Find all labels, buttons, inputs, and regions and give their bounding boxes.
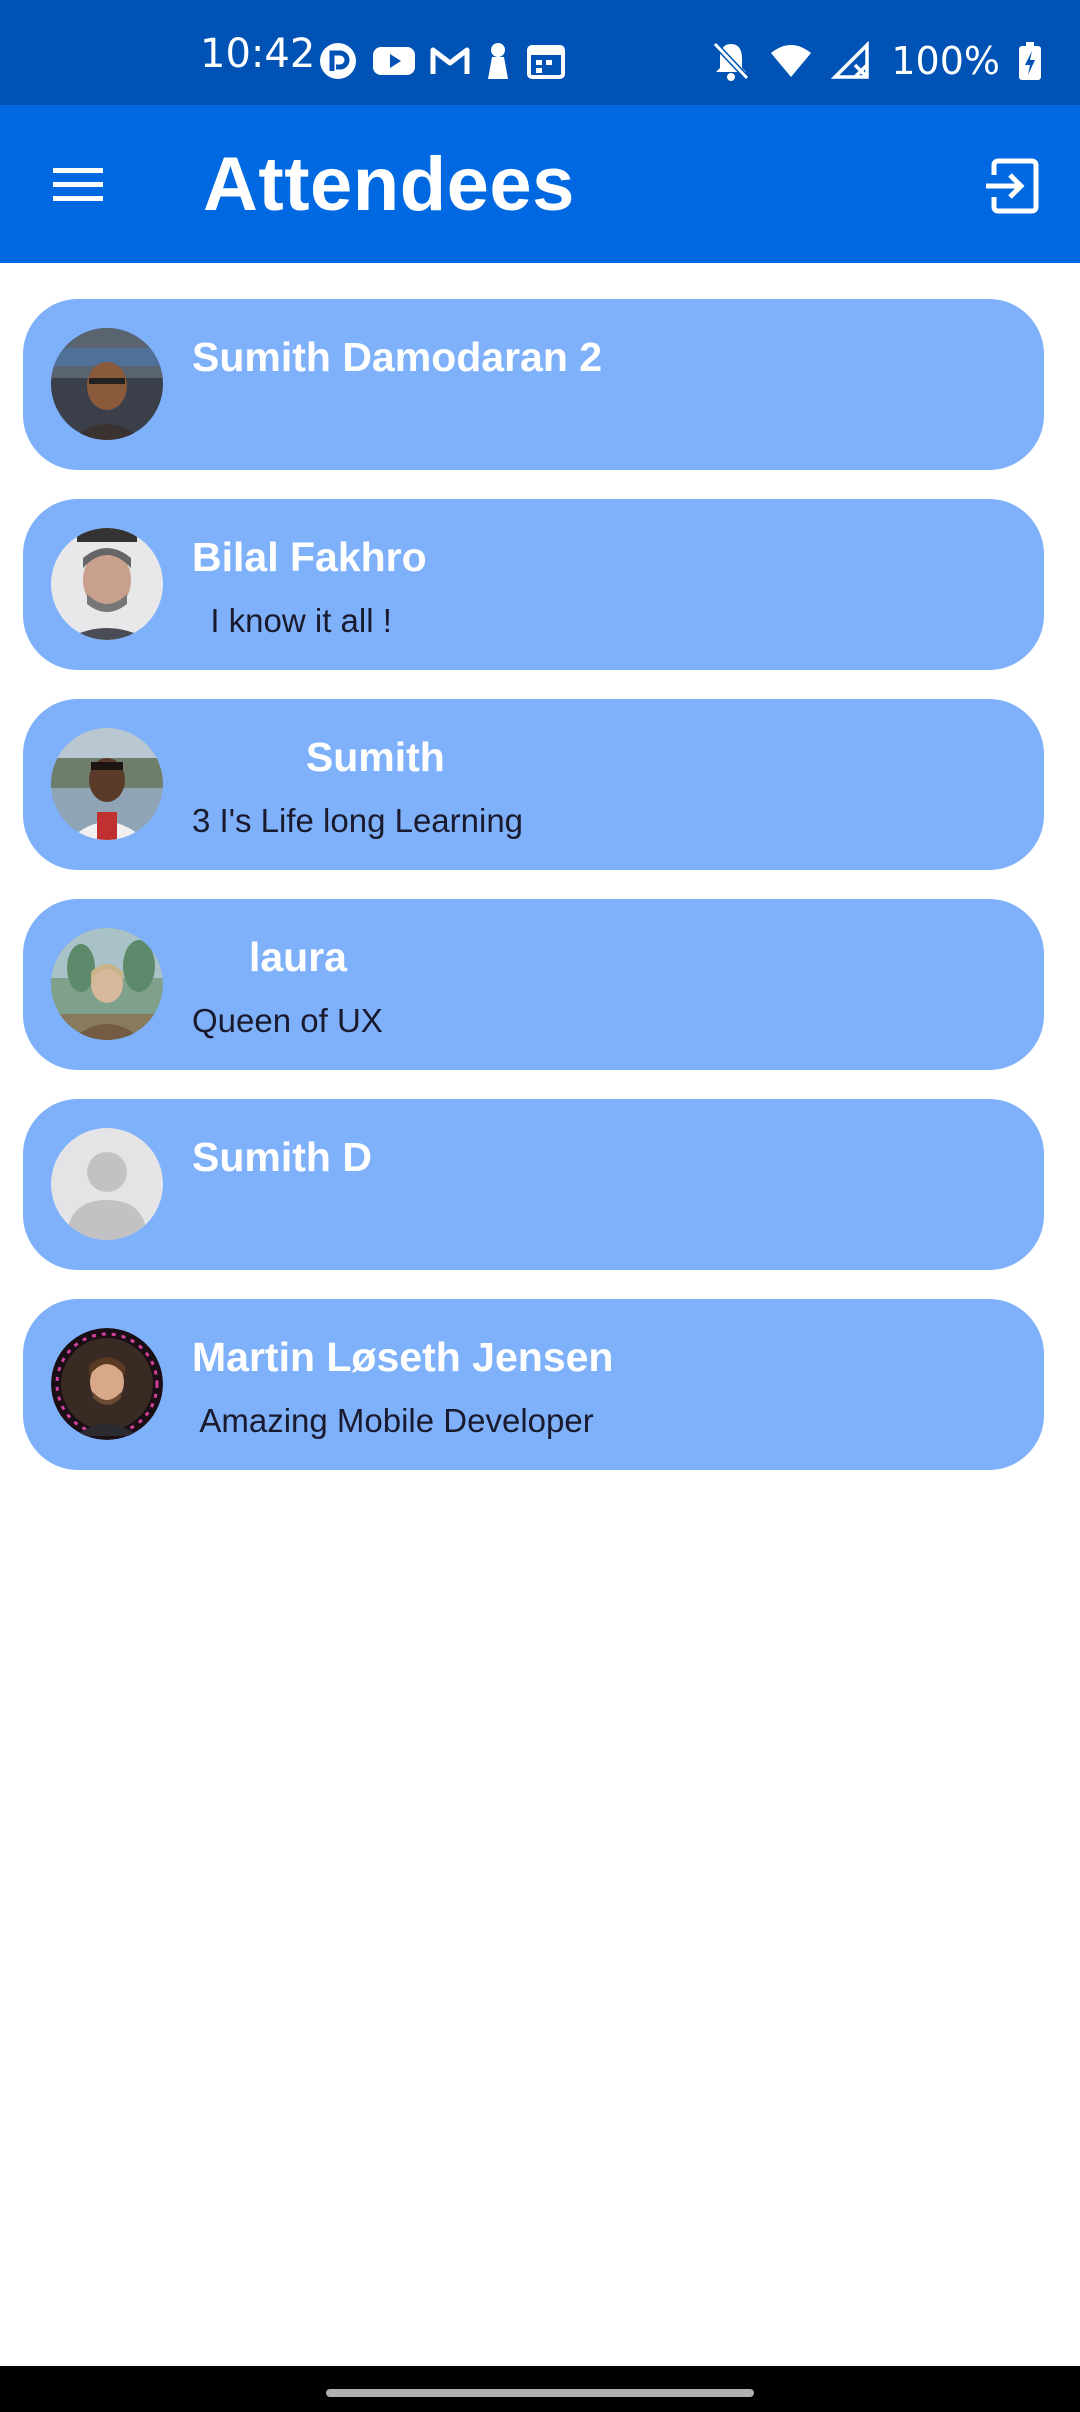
system-icons: 100% — [711, 38, 1042, 84]
logout-icon — [982, 157, 1040, 215]
attendee-bio: I know it all ! — [192, 602, 392, 639]
wifi-icon — [769, 43, 813, 79]
avatar — [51, 528, 163, 640]
notification-icons — [318, 40, 566, 82]
status-time: 10:42 — [200, 31, 316, 77]
attendee-name: laura — [192, 934, 347, 980]
no-signal-icon — [831, 41, 873, 81]
attendee-card[interactable]: laura Queen of UX — [23, 899, 1044, 1070]
attendee-card[interactable]: Martin Løseth Jensen Amazing Mobile Deve… — [23, 1299, 1044, 1470]
attendee-name: Sumith — [192, 734, 445, 780]
youtube-icon — [372, 44, 416, 78]
attendee-list: Sumith Damodaran 2 Bilal Fakhro I know i… — [23, 299, 1044, 1499]
attendee-name: Martin Løseth Jensen — [192, 1334, 614, 1380]
attendee-bio: Queen of UX — [192, 1002, 383, 1039]
menu-button[interactable] — [40, 150, 116, 220]
home-gesture-handle[interactable] — [326, 2389, 754, 2397]
attendee-name: Sumith Damodaran 2 — [192, 334, 603, 380]
attendee-card[interactable]: Sumith 3 I's Life long Learning — [23, 699, 1044, 870]
app-bar: Attendees — [0, 105, 1080, 263]
attendee-card[interactable]: Sumith D — [23, 1099, 1044, 1270]
bell-off-icon — [711, 40, 751, 82]
page-title: Attendees — [203, 142, 575, 227]
attendee-bio: 3 I's Life long Learning — [192, 802, 524, 839]
hamburger-menu-icon — [51, 165, 105, 205]
gmail-icon — [430, 45, 470, 77]
avatar-placeholder-icon — [51, 1128, 163, 1240]
attendee-name: Sumith D — [192, 1134, 372, 1180]
logout-button[interactable] — [974, 149, 1048, 223]
pocket-casts-icon — [318, 41, 358, 81]
status-bar: 10:42 100% — [0, 0, 1080, 105]
battery-charging-icon — [1018, 41, 1042, 81]
avatar — [51, 928, 163, 1040]
attendee-name: Bilal Fakhro — [192, 534, 427, 580]
attendee-card[interactable]: Bilal Fakhro I know it all ! — [23, 499, 1044, 670]
attendee-bio: Amazing Mobile Developer — [192, 1402, 594, 1439]
battery-percentage: 100% — [891, 39, 1000, 83]
attendee-card[interactable]: Sumith Damodaran 2 — [23, 299, 1044, 470]
avatar — [51, 328, 163, 440]
system-navigation-bar — [0, 2366, 1080, 2412]
avatar — [51, 728, 163, 840]
keyhole-icon — [484, 41, 512, 81]
avatar — [51, 1328, 163, 1440]
calendar-icon — [526, 42, 566, 80]
